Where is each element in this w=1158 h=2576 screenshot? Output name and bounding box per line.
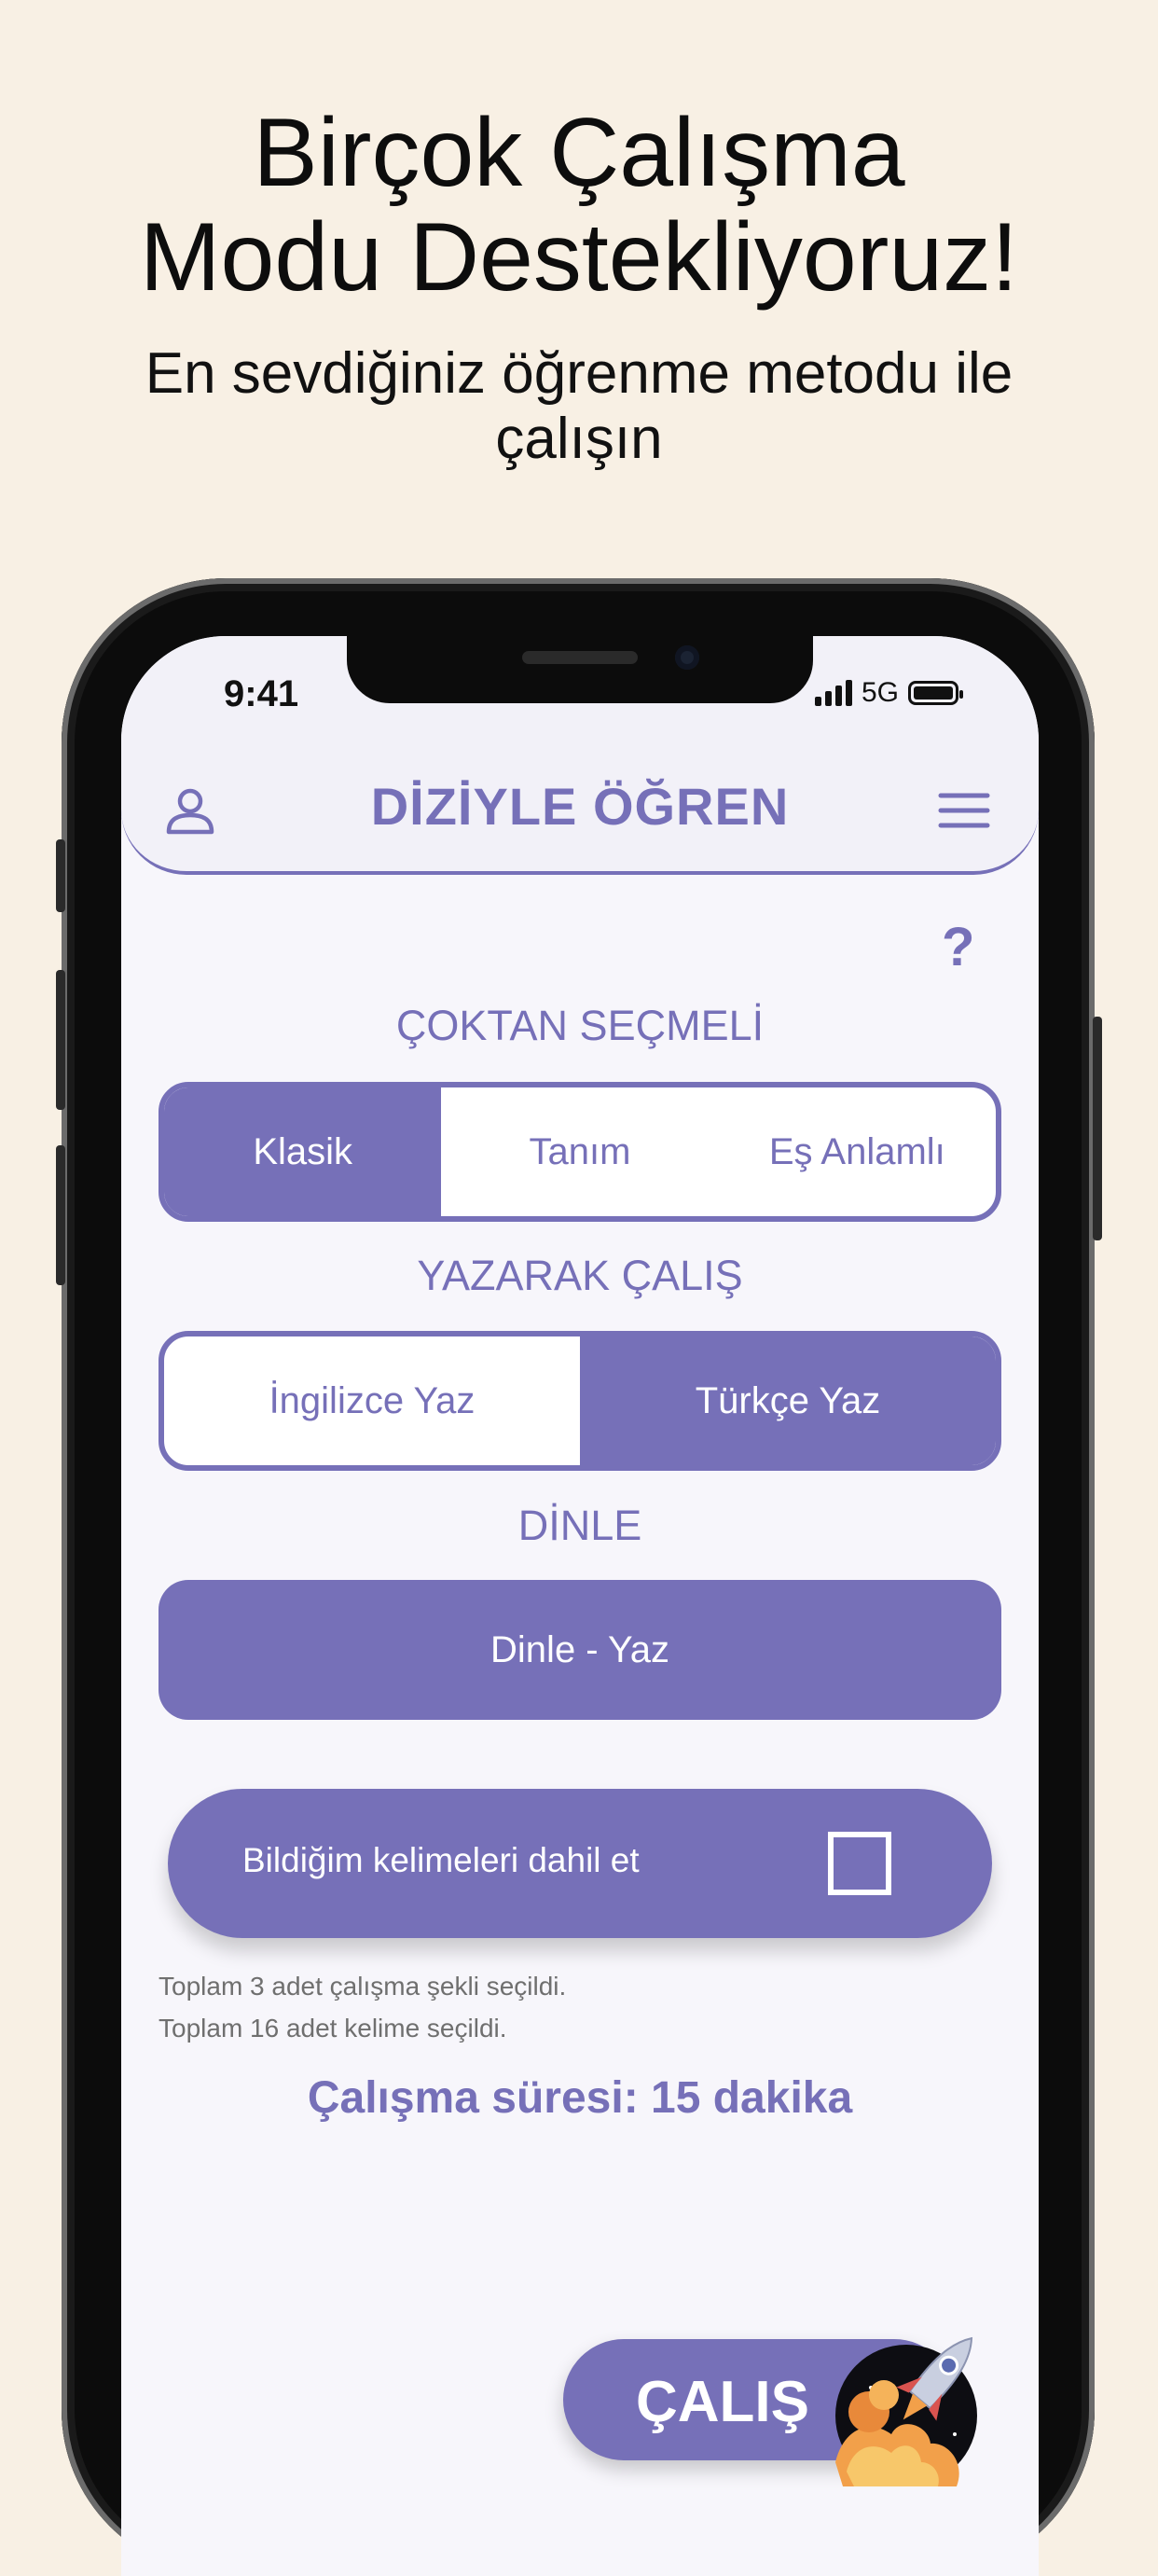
- option-ingilizce-yaz[interactable]: İngilizce Yaz: [164, 1336, 580, 1465]
- modes-count-text: Toplam 3 adet çalışma şekli seçildi.: [159, 1972, 567, 2001]
- network-label: 5G: [861, 677, 899, 708]
- phone-power-button: [1093, 1017, 1102, 1240]
- dinle-yaz-button[interactable]: Dinle - Yaz: [159, 1580, 1001, 1720]
- promo-headline-line1: Birçok Çalışma: [253, 99, 905, 207]
- include-known-checkbox[interactable]: [828, 1832, 891, 1895]
- option-klasik[interactable]: Klasik: [164, 1087, 442, 1216]
- include-known-toggle[interactable]: Bildiğim kelimeleri dahil et: [168, 1789, 992, 1938]
- phone-silent-switch: [56, 839, 65, 912]
- promo-subheadline: En sevdiğiniz öğrenme metodu ile çalışın: [0, 341, 1158, 472]
- multiple-choice-selector: Klasik Tanım Eş Anlamlı: [159, 1082, 1001, 1222]
- menu-icon[interactable]: [938, 791, 990, 830]
- front-camera: [675, 645, 699, 670]
- words-count-text: Toplam 16 adet kelime seçildi.: [159, 2014, 507, 2043]
- study-duration: Çalışma süresi: 15 dakika: [307, 2073, 853, 2123]
- start-study-label: ÇALIŞ: [636, 2370, 809, 2434]
- option-tanim[interactable]: Tanım: [441, 1087, 718, 1216]
- promo-subheadline-line2: çalışın: [495, 407, 663, 471]
- status-indicators: 5G: [814, 677, 963, 709]
- promo-subheadline-line1: En sevdiğiniz öğrenme metodu ile: [145, 341, 1013, 406]
- phone-notch: [347, 636, 813, 703]
- writing-selector: İngilizce Yaz Türkçe Yaz: [159, 1331, 1001, 1471]
- app-title: DİZİYLE ÖĞREN: [370, 777, 790, 836]
- speaker-grille: [522, 651, 638, 664]
- rocket-icon[interactable]: [826, 2322, 999, 2496]
- writing-title: YAZARAK ÇALIŞ: [417, 1252, 743, 1299]
- phone-volume-down: [56, 1145, 65, 1285]
- promo-headline: Birçok Çalışma Modu Destekliyoruz!: [0, 101, 1158, 310]
- battery-icon: [908, 681, 963, 705]
- promo-headline-line2: Modu Destekliyoruz!: [139, 203, 1019, 312]
- signal-icon: [814, 680, 852, 706]
- option-es-anlamli[interactable]: Eş Anlamlı: [719, 1087, 996, 1216]
- phone-volume-up: [56, 970, 65, 1110]
- option-turkce-yaz[interactable]: Türkçe Yaz: [580, 1336, 996, 1465]
- help-button[interactable]: ?: [942, 916, 974, 978]
- listening-title: DİNLE: [517, 1502, 642, 1549]
- include-known-label: Bildiğim kelimeleri dahil et: [242, 1841, 640, 1879]
- status-time: 9:41: [224, 673, 299, 714]
- app-screen: 9:41 5G DİZİYLE ÖĞREN ? ÇOKTAN SEÇMELİ K…: [121, 636, 1039, 2576]
- multiple-choice-title: ÇOKTAN SEÇMELİ: [395, 1002, 765, 1049]
